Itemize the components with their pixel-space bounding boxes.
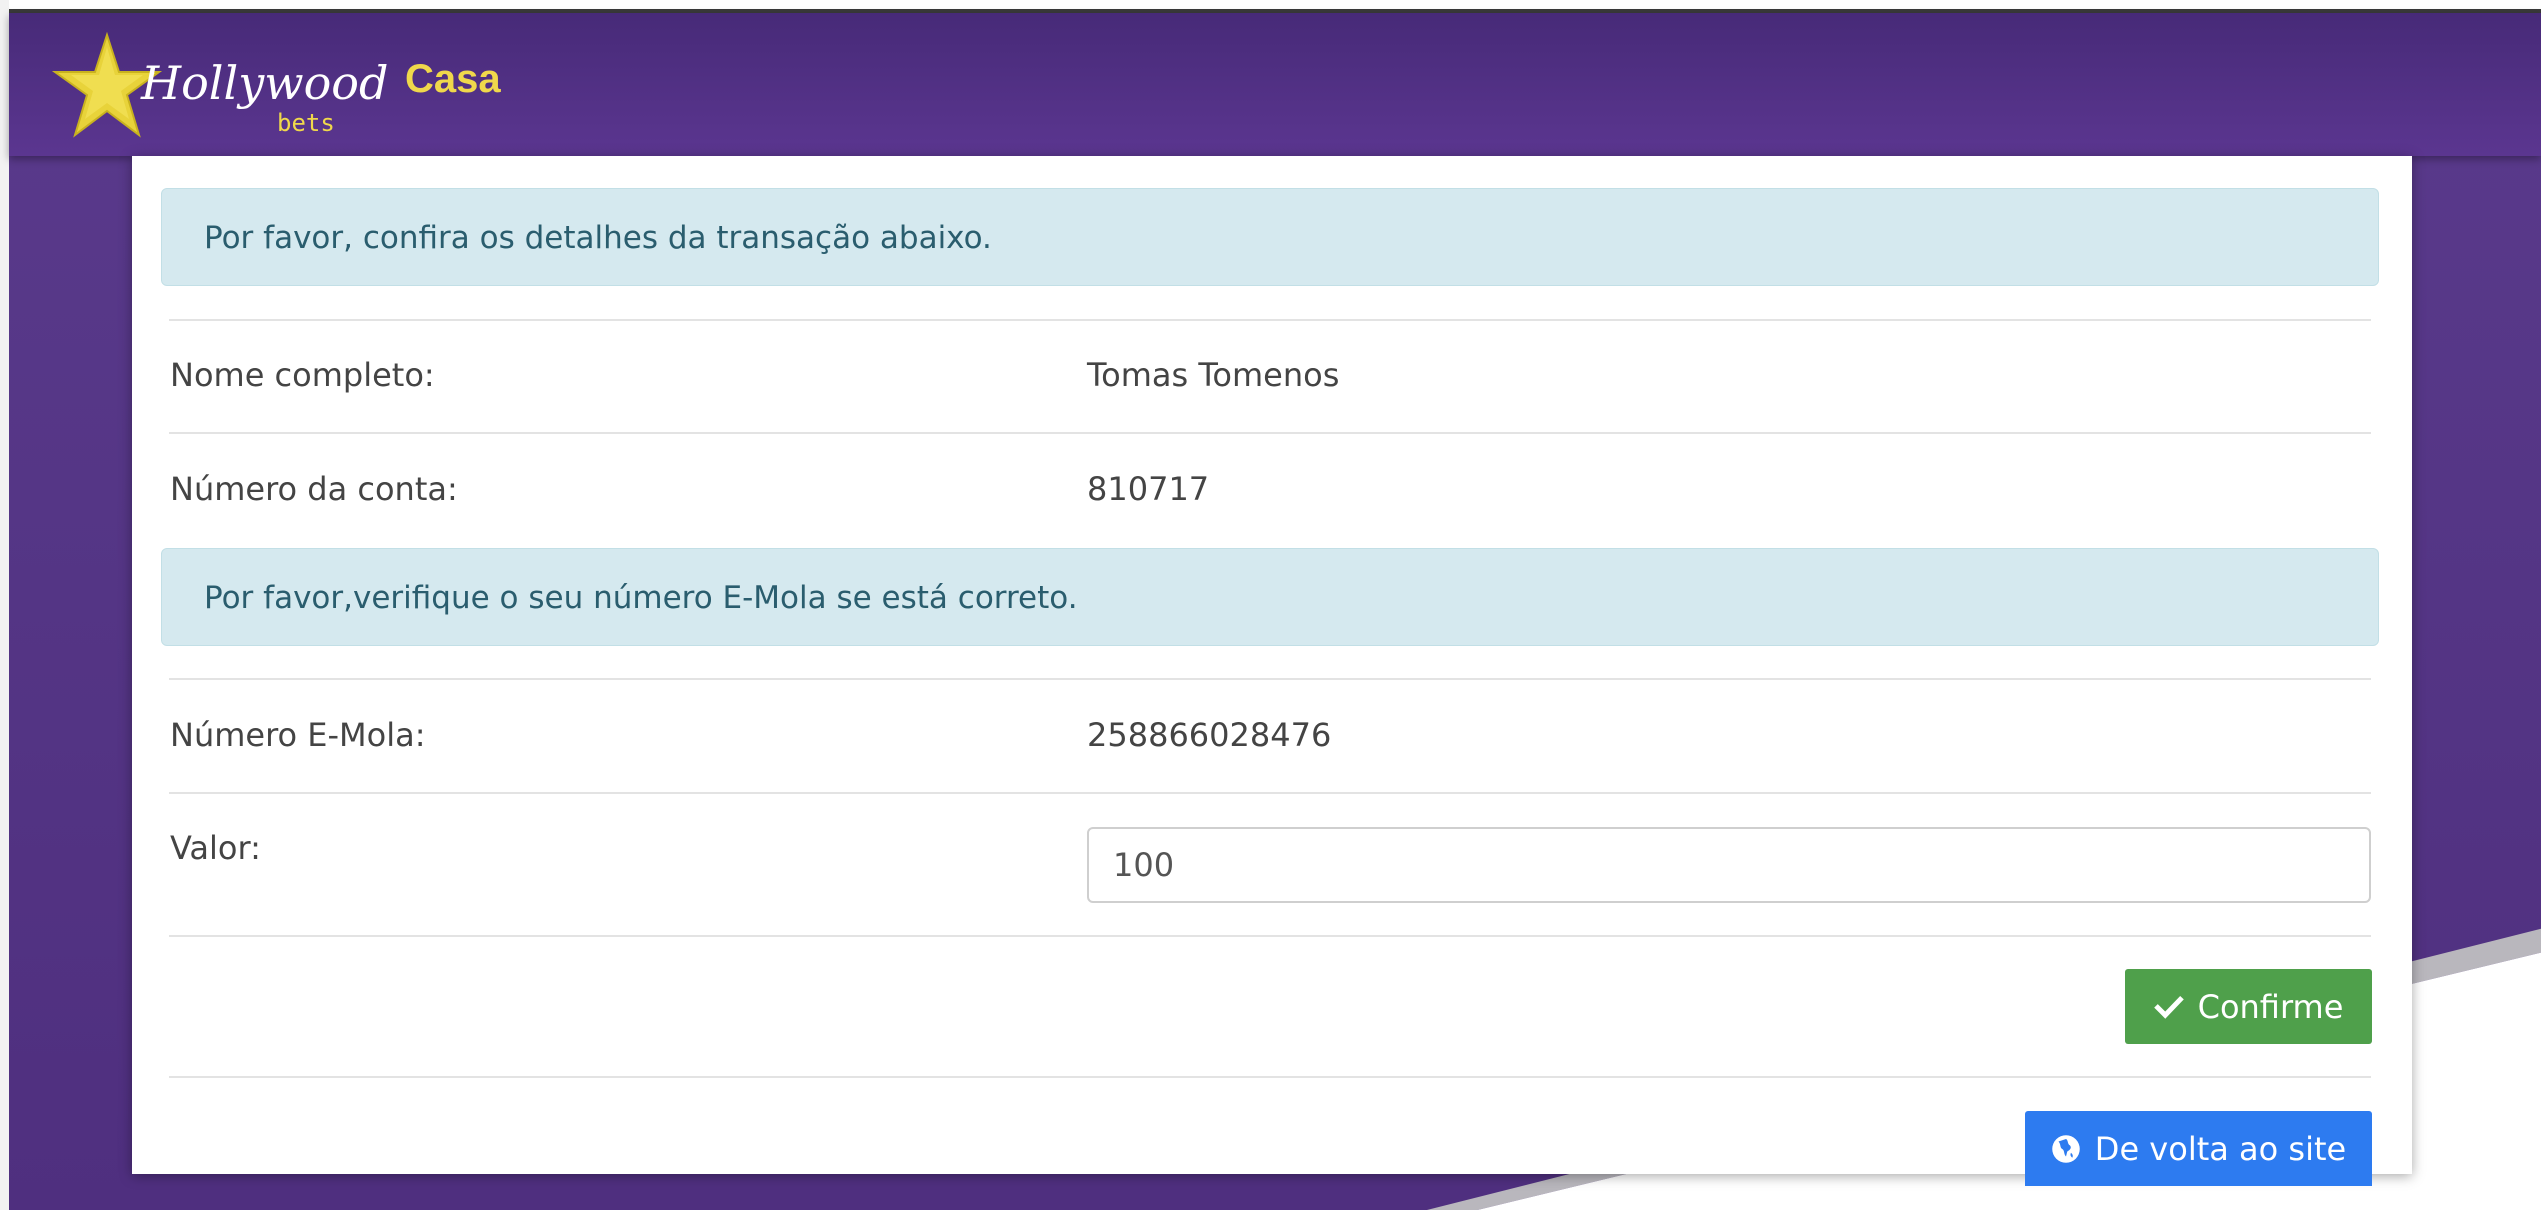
divider — [169, 935, 2371, 937]
back-to-site-label: De volta ao site — [2094, 1129, 2347, 1168]
amount-input[interactable]: 100 — [1087, 827, 2371, 903]
divider — [169, 1076, 2371, 1078]
divider — [169, 432, 2371, 434]
globe-icon — [2052, 1134, 2080, 1163]
hollywoodbets-logo: Hollywood bets — [51, 31, 388, 138]
full-name-value: Tomas Tomenos — [1087, 356, 1340, 394]
info-alert-verify-number: Por favor,verifique o seu número E-Mola … — [161, 548, 2379, 646]
left-edge — [0, 0, 9, 1210]
emola-number-label: Número E-Mola: — [170, 716, 426, 754]
divider — [169, 319, 2371, 321]
svg-text:bets: bets — [277, 109, 335, 137]
divider — [169, 678, 2371, 680]
account-number-label: Número da conta: — [170, 470, 458, 508]
info-alert-confirm-details: Por favor, confira os detalhes da transa… — [161, 188, 2379, 286]
svg-text:Hollywood: Hollywood — [140, 56, 388, 110]
transaction-panel: Por favor, confira os detalhes da transa… — [132, 156, 2412, 1186]
header-bar: Hollywood bets Casa — [9, 13, 2541, 156]
divider — [169, 792, 2371, 794]
brand-section-title[interactable]: Casa — [405, 57, 501, 102]
full-name-label: Nome completo: — [170, 356, 435, 394]
amount-label: Valor: — [170, 829, 261, 867]
account-number-value: 810717 — [1087, 470, 1210, 508]
confirm-button-label: Confirme — [2197, 987, 2344, 1026]
confirm-button[interactable]: Confirme — [2125, 969, 2372, 1044]
emola-number-value: 258866028476 — [1087, 716, 1332, 754]
back-to-site-button[interactable]: De volta ao site — [2025, 1111, 2372, 1186]
check-icon — [2153, 995, 2184, 1019]
